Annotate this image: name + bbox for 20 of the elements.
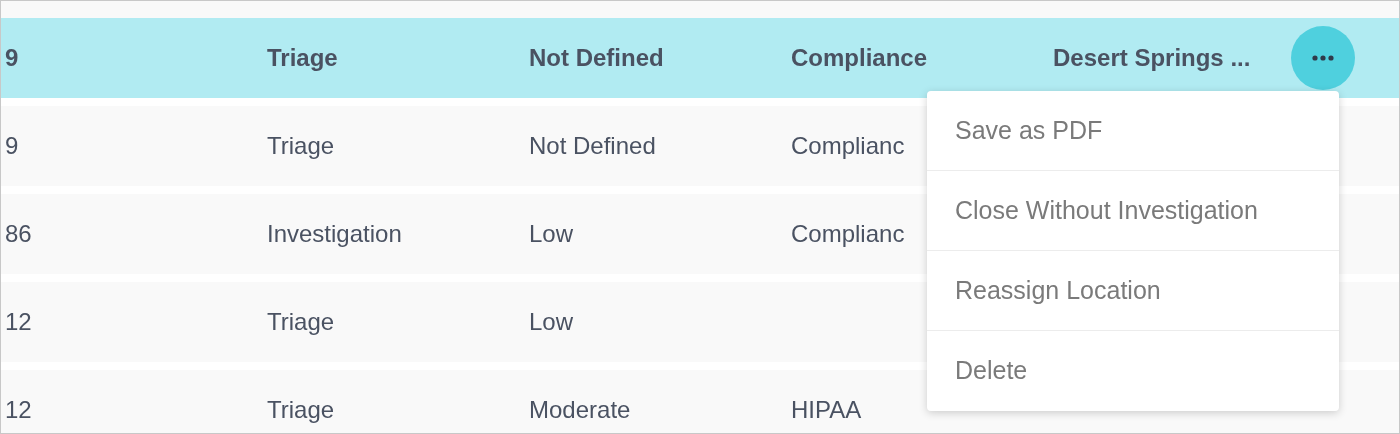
table-cell: Desert Springs ...: [1053, 44, 1251, 71]
table-cell: Triage: [267, 308, 335, 335]
table-cell: Triage: [267, 396, 335, 423]
table-cell: 9: [5, 44, 19, 71]
table-cell: 9: [5, 132, 19, 159]
table-cell: Moderate: [529, 396, 631, 423]
table-cell: Complianc: [791, 132, 905, 159]
table-cell: HIPAA: [791, 396, 862, 423]
table-cell: Low: [529, 220, 574, 247]
table-cell: 12: [5, 308, 32, 335]
table-cell: Triage: [267, 44, 338, 71]
table-cell: Triage: [267, 132, 335, 159]
table-cell: Not Defined: [529, 44, 664, 71]
table-cell: 86: [5, 220, 32, 247]
table-cell: Investigation: [267, 220, 402, 247]
table-cell: Low: [529, 308, 574, 335]
table-cell: Complianc: [791, 220, 905, 247]
table-cell: Compliance: [791, 44, 928, 71]
table-cell: 12: [5, 396, 32, 423]
table-cell: Not Defined: [529, 132, 656, 159]
